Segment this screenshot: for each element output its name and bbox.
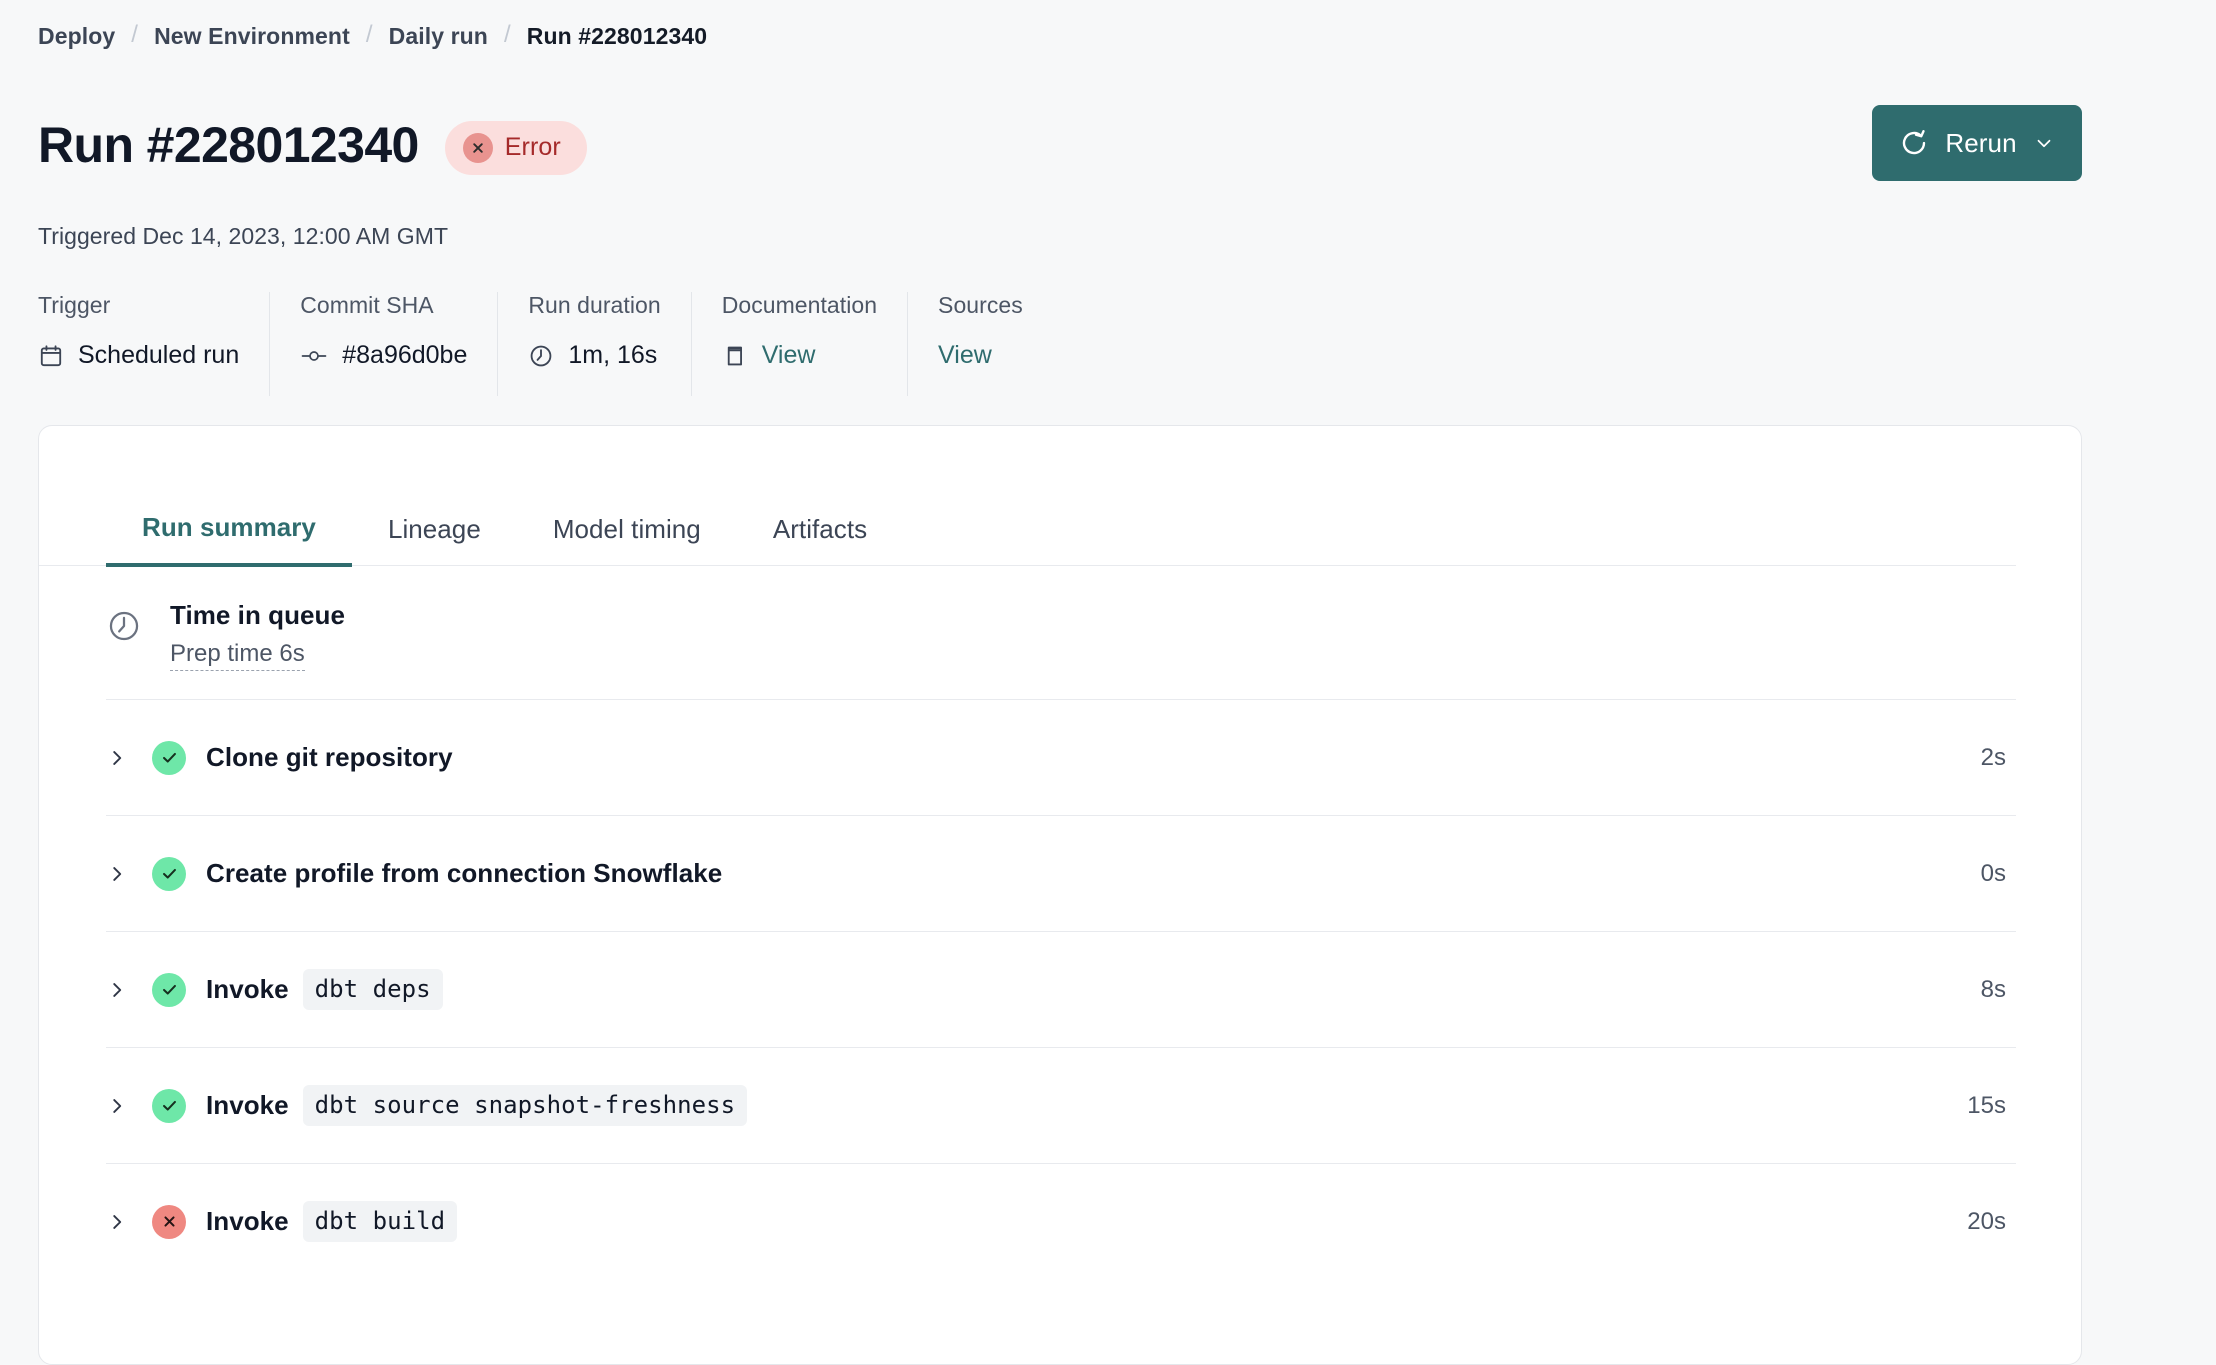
meta-label-run-duration: Run duration [528,292,661,318]
step-command-chip: dbt deps [302,968,443,1011]
run-steps-list: Time in queue Prep time 6s Clone git rep… [39,566,2016,1279]
meta-value-trigger: Scheduled run [38,341,239,370]
sources-view-link[interactable]: View [938,341,1023,370]
meta-value-run-duration: 1m, 16s [528,341,660,370]
status-icon-success [152,740,186,775]
sources-view-label: View [938,341,992,369]
meta-cell-run-duration: Run duration 1m, 16s [497,292,690,396]
step-name: Invoke dbt source snapshot-freshness [206,1084,748,1127]
breadcrumb-separator: / [503,21,511,48]
prep-time-label[interactable]: Prep time 6s [170,640,305,671]
commit-icon [300,343,328,369]
step-name: Clone git repository [206,742,453,773]
rerun-button-label: Rerun [1945,127,2017,158]
step-name-text: Create profile from connection Snowflake [206,858,723,888]
documentation-view-label: View [761,341,816,369]
status-badge: Error [444,120,587,175]
breadcrumb-separator: / [365,21,373,48]
tab-bar: Run summary Lineage Model timing Artifac… [39,512,2016,567]
meta-value-trigger-text: Scheduled run [78,341,240,369]
breadcrumb: Deploy / New Environment / Daily run / R… [0,0,2216,50]
breadcrumb-item-daily-run[interactable]: Daily run [389,23,488,50]
step-name: Create profile from connection Snowflake [206,858,722,889]
calendar-icon [38,343,64,369]
time-in-queue-title: Time in queue [170,600,345,630]
chevron-right-icon[interactable] [106,979,152,1001]
table-row[interactable]: Create profile from connection Snowflake… [106,816,2016,932]
step-duration: 8s [1980,975,2006,1003]
step-name-text: Clone git repository [206,742,453,772]
time-in-queue-row: Time in queue Prep time 6s [106,566,2016,700]
meta-label-sources: Sources [938,292,1023,318]
meta-cell-trigger: Trigger Scheduled run [38,292,269,396]
step-name: Invoke dbt deps [206,968,443,1011]
clock-icon [106,608,142,649]
chevron-right-icon[interactable] [106,863,152,885]
run-detail-card: Run summary Lineage Model timing Artifac… [38,425,2082,1365]
table-row[interactable]: Invoke dbt source snapshot-freshness 15s [106,1048,2016,1164]
book-icon [722,343,748,369]
clock-icon [528,343,554,369]
breadcrumb-item-current-run: Run #228012340 [526,22,708,49]
rerun-button[interactable]: Rerun [1872,105,2082,181]
tab-lineage[interactable]: Lineage [352,514,517,565]
meta-value-commit-sha-text: #8a96d0be [342,341,468,369]
meta-cell-commit-sha: Commit SHA #8a96d0be [269,292,497,396]
meta-value-commit-sha: #8a96d0be [300,341,467,370]
meta-cell-sources: Sources View [907,292,1053,396]
table-row[interactable]: Invoke dbt deps 8s [106,932,2016,1048]
step-command-chip: dbt source snapshot-freshness [302,1084,748,1127]
tab-run-summary[interactable]: Run summary [106,512,352,567]
tab-model-timing[interactable]: Model timing [517,514,737,565]
status-icon-error [152,1204,186,1239]
run-meta-strip: Trigger Scheduled run Commit SHA #8a96d0… [0,292,2216,396]
step-duration: 20s [1967,1207,2006,1235]
step-name: Invoke dbt build [206,1200,458,1243]
status-icon-success [152,856,186,891]
page-title: Run #228012340 [38,116,419,173]
step-command-chip: dbt build [302,1200,458,1243]
chevron-down-icon[interactable] [2033,132,2055,154]
chevron-right-icon[interactable] [106,1211,152,1233]
chevron-right-icon[interactable] [106,1095,152,1117]
meta-label-commit-sha: Commit SHA [300,292,434,318]
step-duration: 2s [1980,743,2006,771]
breadcrumb-item-deploy[interactable]: Deploy [38,23,115,50]
meta-label-documentation: Documentation [721,292,878,318]
meta-label-trigger: Trigger [38,292,111,318]
tab-artifacts[interactable]: Artifacts [737,514,903,565]
meta-cell-documentation: Documentation View [690,292,907,396]
refresh-icon [1899,128,1929,158]
status-badge-label: Error [504,133,561,161]
status-icon-success [152,972,186,1007]
step-name-text: Invoke [206,974,289,1004]
meta-value-run-duration-text: 1m, 16s [568,341,658,369]
step-name-text: Invoke [206,1206,289,1236]
breadcrumb-item-new-environment[interactable]: New Environment [154,23,350,50]
step-duration: 15s [1967,1091,2006,1119]
x-circle-icon [462,132,493,163]
step-duration: 0s [1980,859,2006,887]
documentation-view-link[interactable]: View [722,341,877,370]
step-name-text: Invoke [206,1090,289,1120]
triggered-timestamp: Triggered Dec 14, 2023, 12:00 AM GMT [38,223,449,249]
table-row[interactable]: Invoke dbt build 20s [106,1164,2016,1279]
breadcrumb-separator: / [131,21,139,48]
chevron-right-icon[interactable] [106,747,152,769]
status-icon-success [152,1088,186,1123]
table-row[interactable]: Clone git repository 2s [106,700,2016,816]
